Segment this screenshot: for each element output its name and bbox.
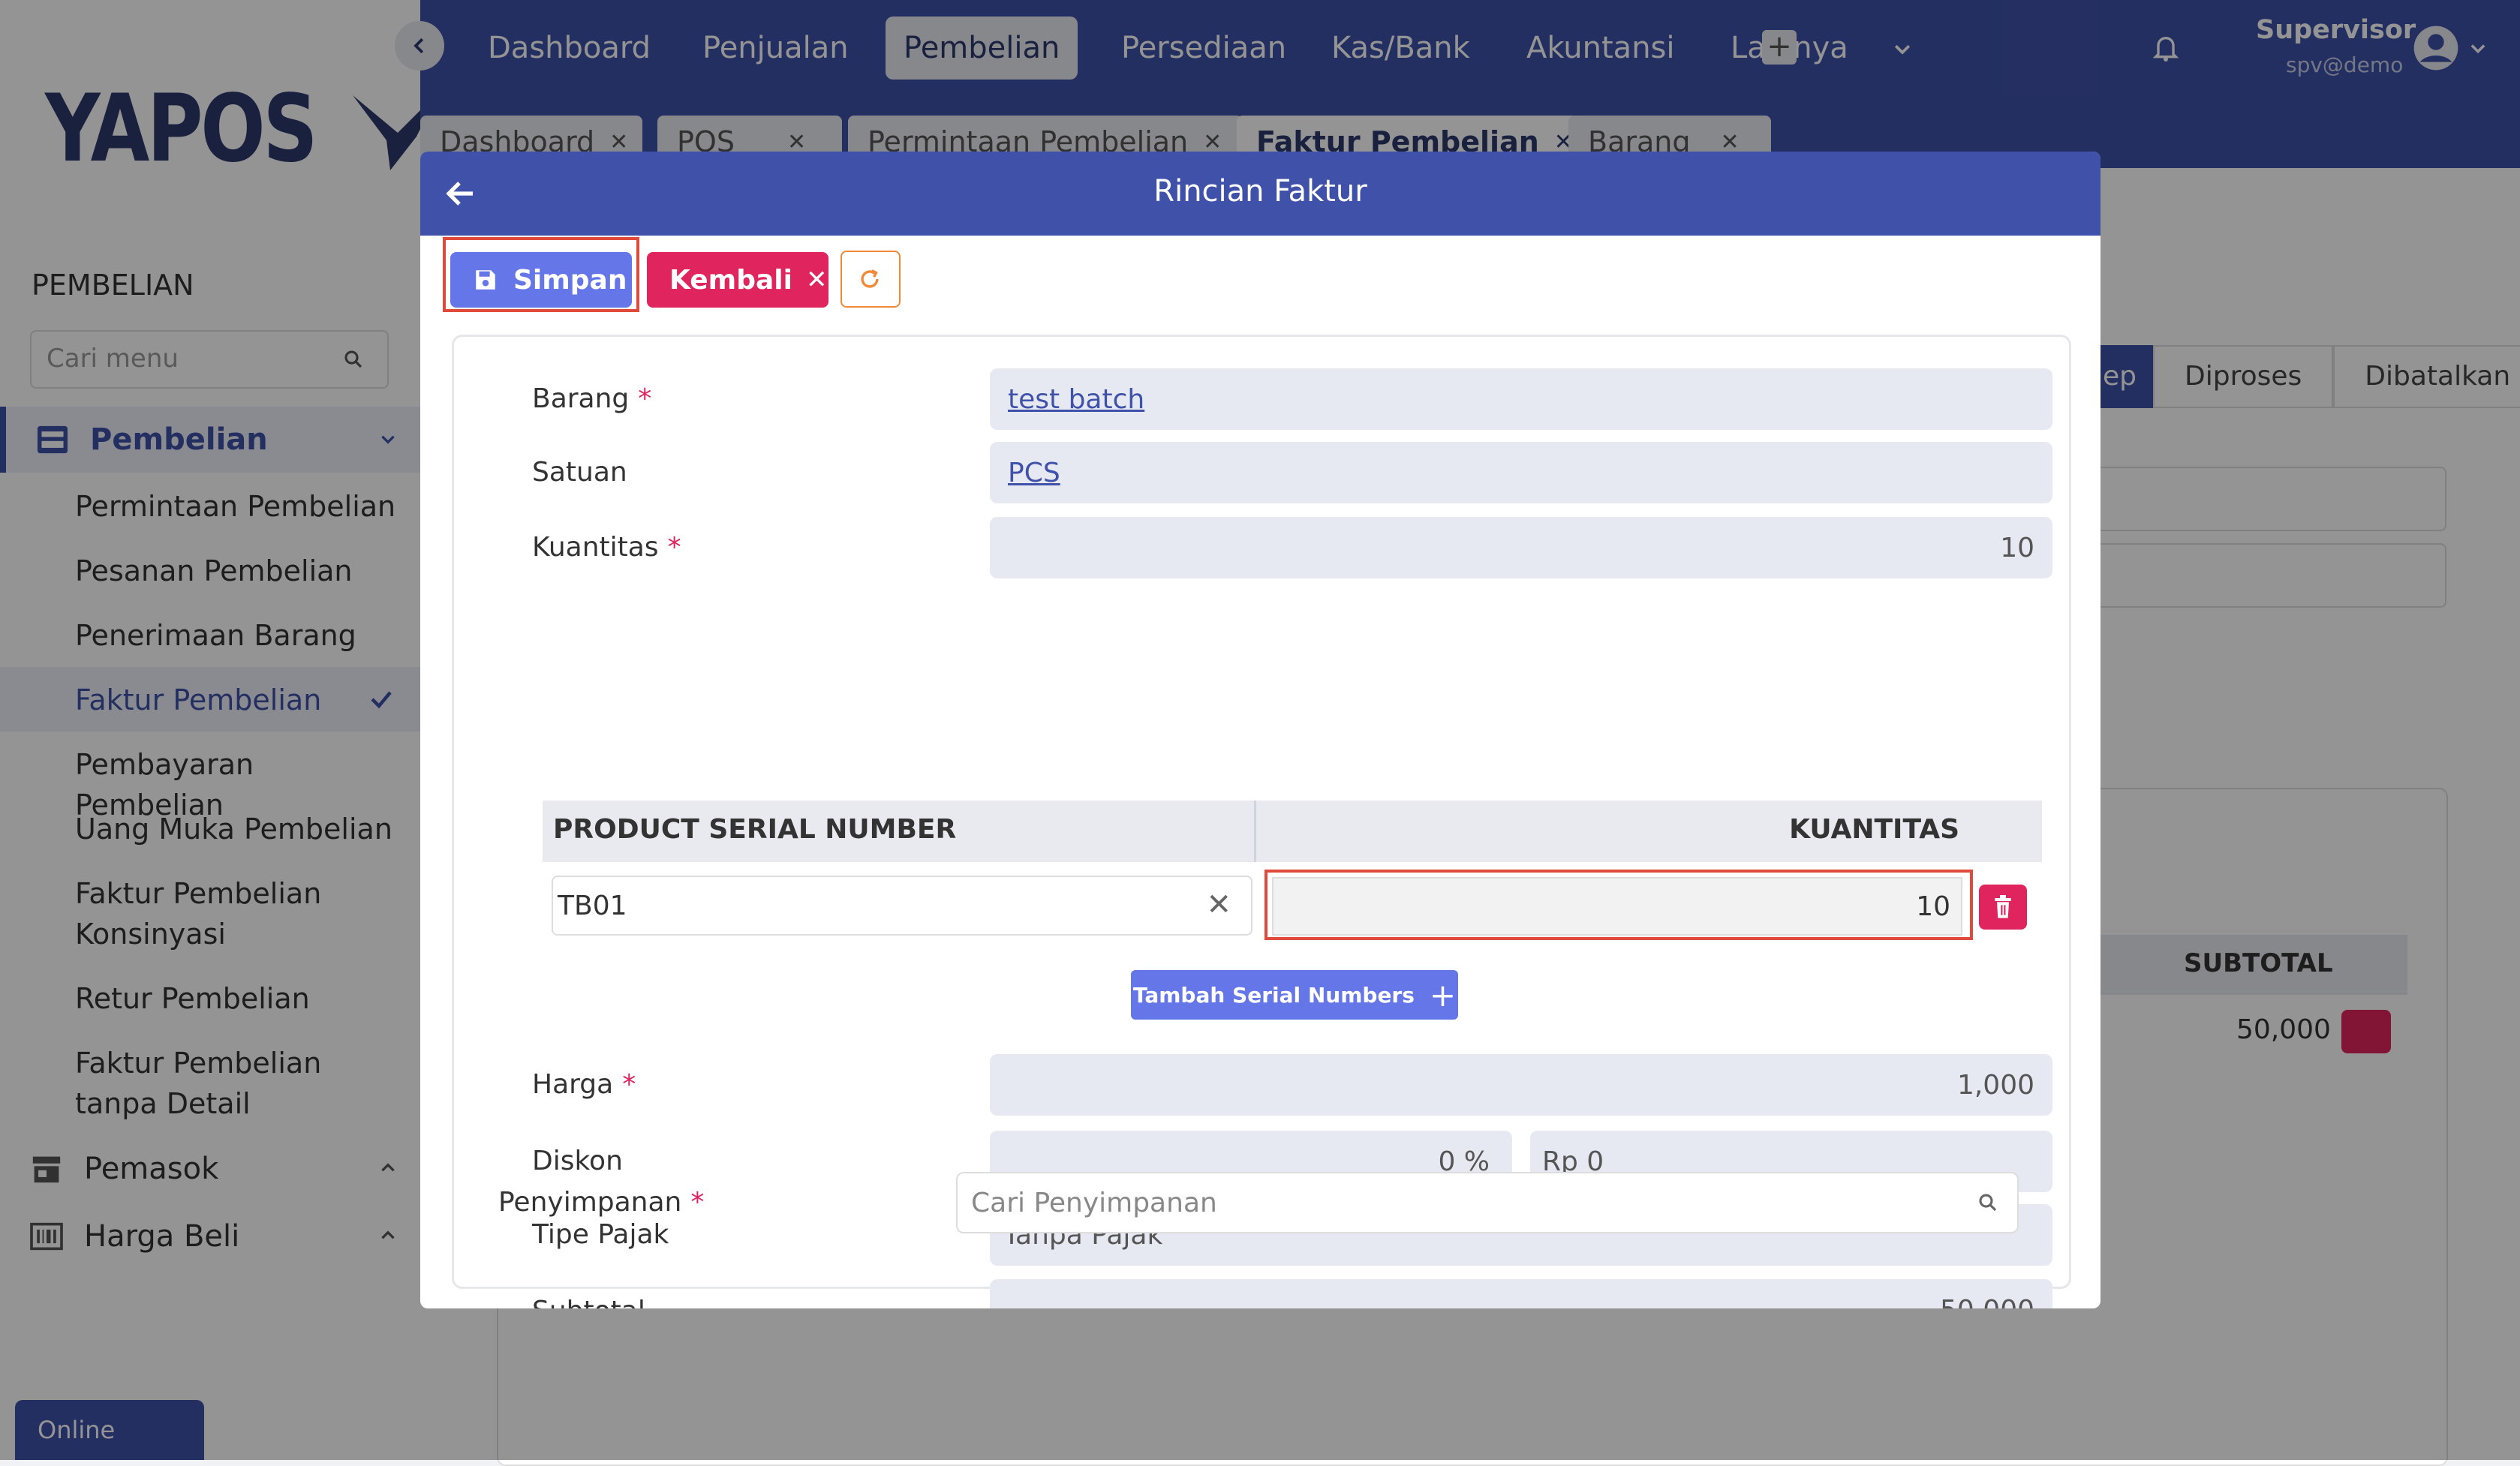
harga-field[interactable]: 1,000 [990, 1054, 2052, 1116]
dialog-title: Rincian Faktur [1153, 174, 1367, 209]
invoice-detail-dialog: Rincian Faktur Simpan Kembali ✕ Barang * … [420, 152, 2101, 1308]
subtotal-label: Subtotal [532, 1296, 645, 1308]
penyimpanan-search-input[interactable]: Cari Penyimpanan [956, 1172, 2019, 1233]
serial-qty-input[interactable]: 10 [1272, 877, 1962, 936]
dialog-header: Rincian Faktur [420, 152, 2101, 236]
form-card: Barang * test batch Satuan PCS Kuantitas *… [452, 335, 2071, 1308]
plus-icon: + [1429, 976, 1457, 1014]
kuantitas-field[interactable]: 10 [990, 517, 2052, 578]
serial-table-header: PRODUCT SERIAL NUMBER KUANTITAS [543, 801, 2042, 862]
refresh-icon [861, 269, 879, 288]
kuantitas-label: Kuantitas * [532, 532, 681, 563]
subtotal-field: 50,000 [990, 1279, 2052, 1308]
diskon-label: Diskon [532, 1146, 623, 1176]
penyimpanan-label: Penyimpanan * [498, 1187, 705, 1218]
save-button[interactable]: Simpan [450, 252, 632, 308]
close-icon: ✕ [805, 265, 828, 295]
search-icon [1979, 1194, 1997, 1212]
satuan-label: Satuan [532, 457, 627, 488]
clear-icon[interactable]: ✕ [1206, 888, 1231, 922]
column-divider [1254, 801, 1256, 862]
floppy-icon [476, 270, 495, 290]
barang-label: Barang * [532, 383, 652, 414]
harga-label: Harga * [532, 1069, 636, 1100]
refresh-button[interactable] [841, 251, 901, 308]
satuan-field[interactable]: PCS [990, 442, 2052, 503]
qty-column-header: KUANTITAS [1789, 814, 1959, 845]
trash-icon [1995, 895, 2011, 918]
tipe-pajak-label: Tipe Pajak [532, 1219, 669, 1250]
serial-column-header: PRODUCT SERIAL NUMBER [553, 814, 957, 845]
back-button[interactable]: Kembali ✕ [647, 252, 828, 308]
delete-serial-button[interactable] [1979, 885, 2027, 930]
barang-field[interactable]: test batch [990, 368, 2052, 430]
add-serial-numbers-button[interactable]: Tambah Serial Numbers + [1131, 970, 1458, 1020]
serial-number-input[interactable]: TB01 ✕ [552, 876, 1252, 936]
